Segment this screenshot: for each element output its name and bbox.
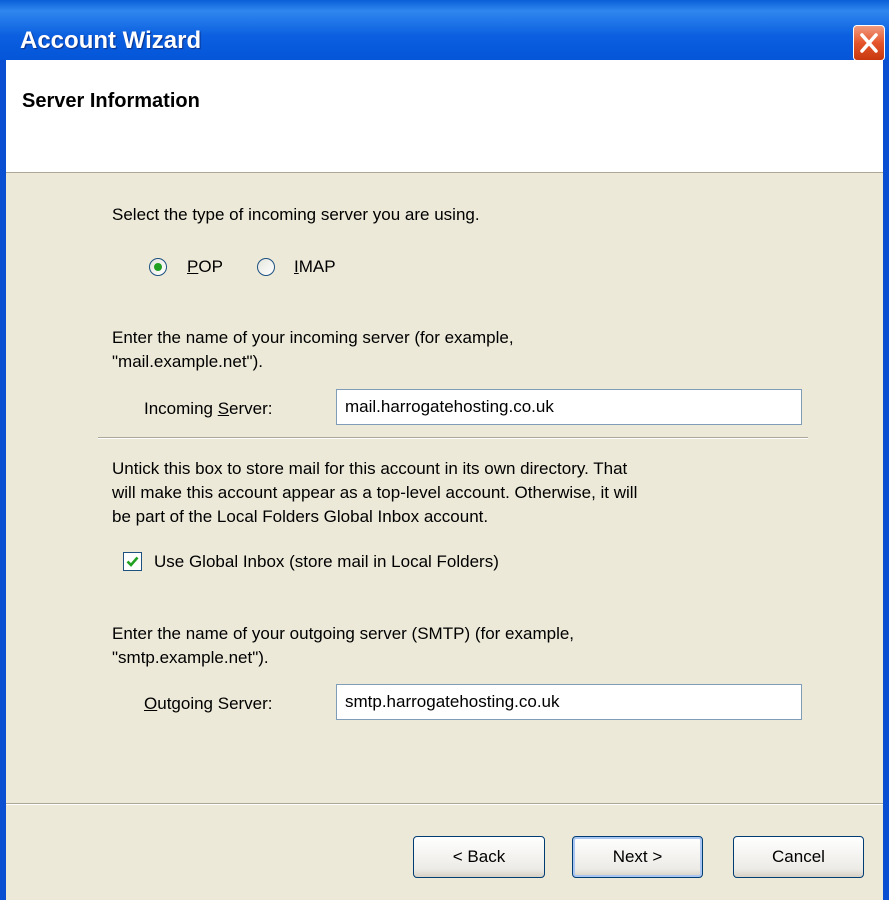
outgoing-desc-line1: Enter the name of your outgoing server (… [112, 624, 575, 643]
cancel-button[interactable]: Cancel [733, 836, 864, 878]
incoming-desc-line2: "mail.example.net"). [112, 352, 263, 371]
checkmark-icon [126, 556, 139, 567]
wizard-header: Server Information [6, 60, 883, 173]
global-inbox-desc-line2: will make this account appear as a top-l… [112, 483, 638, 502]
global-inbox-desc-line3: be part of the Local Folders Global Inbo… [112, 507, 489, 526]
close-icon [860, 33, 878, 53]
imap-radio[interactable] [257, 258, 275, 276]
server-type-prompt: Select the type of incoming server you a… [112, 205, 480, 224]
page-title: Server Information [22, 90, 200, 112]
global-inbox-desc-line1: Untick this box to store mail for this a… [112, 459, 628, 478]
window-frame-right [883, 60, 889, 900]
pop-radio-label[interactable]: POP [187, 255, 223, 279]
outgoing-server-label: Outgoing Server: [144, 694, 273, 713]
outgoing-desc-line2: "smtp.example.net"). [112, 648, 269, 667]
close-button[interactable] [853, 25, 885, 61]
incoming-server-input[interactable]: mail.harrogatehosting.co.uk [336, 389, 802, 425]
back-button[interactable]: < Back [413, 836, 545, 878]
button-area-divider [6, 803, 883, 805]
wizard-content: Select the type of incoming server you a… [6, 173, 883, 900]
imap-radio-label[interactable]: IMAP [294, 255, 336, 279]
outgoing-server-input[interactable]: smtp.harrogatehosting.co.uk [336, 684, 802, 720]
use-global-inbox-label[interactable]: Use Global Inbox (store mail in Local Fo… [154, 550, 499, 574]
window-title: Account Wizard [20, 27, 202, 54]
use-global-inbox-checkbox[interactable] [123, 552, 142, 571]
next-button[interactable]: Next > [572, 836, 703, 878]
incoming-server-label: Incoming Server: [144, 399, 273, 418]
incoming-desc-line1: Enter the name of your incoming server (… [112, 328, 514, 347]
radio-selected-dot [154, 263, 162, 271]
pop-radio[interactable] [149, 258, 167, 276]
account-wizard-window: Account Wizard Server Information Select… [0, 0, 889, 900]
section-divider [98, 437, 808, 439]
